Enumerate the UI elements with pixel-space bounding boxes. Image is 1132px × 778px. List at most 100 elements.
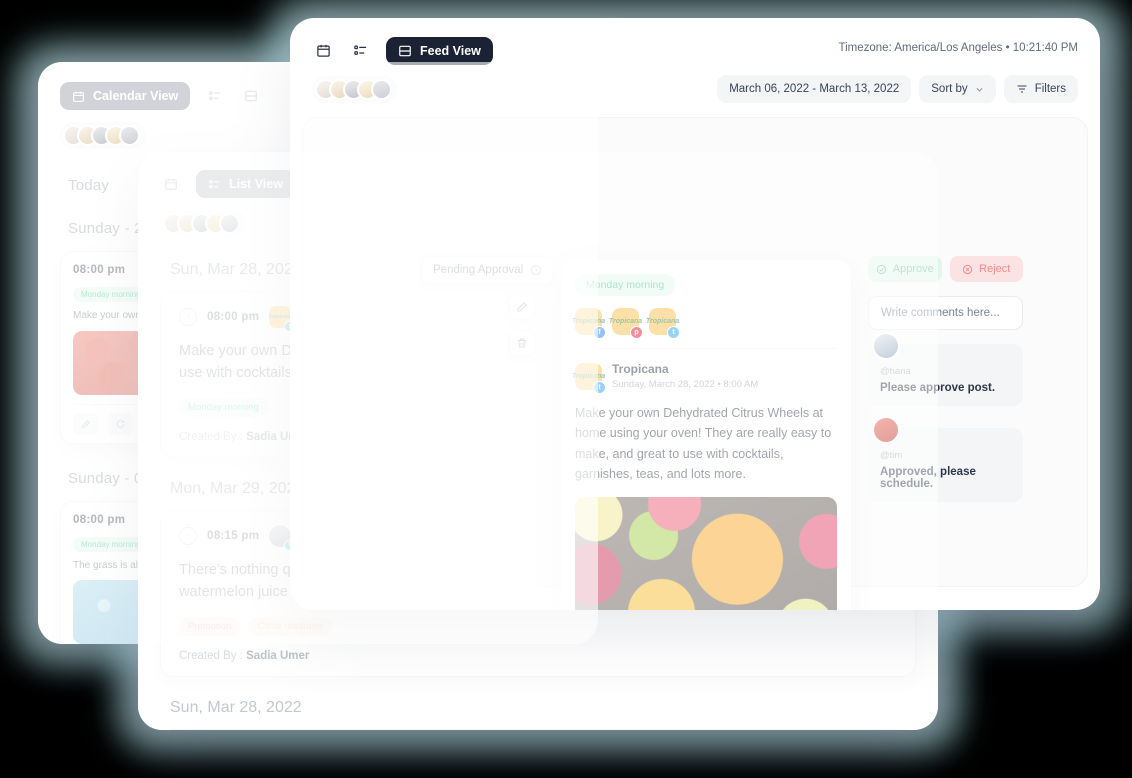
avatar[interactable] — [219, 213, 240, 234]
sort-by-label: Sort by — [931, 83, 968, 95]
tropicana-logo: Tropicana — [645, 318, 680, 325]
created-by-label: Created By : — [179, 430, 243, 443]
post-timestamp: Sunday, March 28, 2022 • 8:00 AM — [612, 379, 759, 390]
post-channel-row: Tropicana f Tropicana p Tropicana t — [571, 308, 837, 339]
clock-icon — [179, 526, 197, 545]
tropicana-logo: Tropicana — [571, 372, 606, 380]
avatar-stack[interactable] — [60, 122, 146, 149]
post-author-name: Tropicana — [612, 362, 669, 376]
tropicana-logo: Tropicana — [608, 318, 643, 325]
pending-status-label: Pending Approval — [433, 264, 524, 276]
twitter-badge-icon: t — [593, 380, 606, 394]
tab-calendar-view[interactable]: Calendar View — [60, 82, 191, 110]
tab-feed-label: Feed View — [420, 43, 481, 58]
filter-icon — [1016, 83, 1028, 95]
filters-label: Filters — [1034, 83, 1066, 95]
tab-list-view[interactable] — [349, 36, 372, 65]
list-item-time: 08:15 pm — [207, 529, 260, 542]
facebook-badge-icon: f — [593, 326, 606, 339]
date-range-label: March 06, 2022 - March 13, 2022 — [729, 83, 900, 95]
status-badge[interactable]: Pending Approval — [421, 256, 555, 284]
post-approval-controls: Pending Approval — [421, 256, 556, 356]
list-icon — [353, 43, 368, 58]
post-image-citrus-slices — [575, 497, 837, 610]
avatar[interactable] — [371, 78, 392, 100]
list-item[interactable]: 08:30 pm f p t A Mango Smoothie is li — [160, 728, 916, 730]
feed-card-controls: March 06, 2022 - March 13, 2022 Sort by … — [290, 65, 1100, 103]
comment-handle: @hana — [880, 366, 911, 377]
screenshot-stage: Calendar View Today Sunday - 28 08:00 pm… — [0, 0, 1132, 778]
check-circle-icon — [876, 264, 887, 275]
comment-text: Approved, please schedule. — [880, 466, 976, 490]
post-body-text: Make your own Dehydrated Citrus Wheels a… — [575, 406, 832, 481]
feed-icon — [398, 44, 412, 58]
post-card[interactable]: Monday morning Tropicana f Tropicana p T… — [561, 260, 851, 610]
feed-content-area: Pending Approval Monday morning Tropican… — [302, 117, 1088, 610]
channel-avatar-twitter: t — [269, 524, 296, 551]
tag: Monday morning — [179, 397, 268, 417]
tag: Citrus madness — [248, 616, 333, 636]
comment-handle: @tim — [880, 450, 903, 461]
channel-avatar-pinterest[interactable]: Tropicana p — [608, 308, 643, 339]
clock-icon — [530, 264, 542, 276]
avatar-stack[interactable] — [312, 75, 398, 103]
tab-list-view[interactable]: List View — [196, 170, 295, 198]
list-group-date: Sun, Mar 28, 2022 — [170, 698, 302, 716]
filters-button[interactable]: Filters — [1003, 75, 1078, 103]
list-icon — [208, 89, 222, 103]
edit-button[interactable] — [73, 412, 99, 435]
author-avatar: Tropicana t — [571, 362, 606, 394]
avatar-stack[interactable] — [160, 210, 246, 237]
list-item-created-by: Created By : Sadia Umer — [179, 650, 897, 662]
comment-input[interactable]: Write comments here... — [868, 296, 1023, 330]
comment-button[interactable] — [107, 412, 133, 435]
post-tag: Monday morning — [575, 274, 676, 296]
approve-label: Approve — [892, 263, 934, 275]
tab-feed-view[interactable]: Feed View — [386, 36, 493, 65]
post-divider — [575, 348, 837, 349]
channel-avatar-twitter: Tropicana t — [268, 306, 296, 332]
list-item-time: 08:00 pm — [207, 311, 260, 323]
tab-calendar-view[interactable] — [160, 170, 182, 198]
feed-card-header: Feed View Timezone: America/Los Angeles … — [290, 18, 1100, 65]
avatar[interactable] — [872, 332, 900, 360]
tag: Promotion — [179, 616, 241, 636]
twitter-badge-icon: t — [667, 326, 680, 339]
tropicana-logo: Tropicana — [571, 318, 606, 325]
approve-button[interactable]: Approve — [868, 256, 942, 282]
list-item-tags: Promotion Citrus madness — [179, 616, 897, 636]
reject-button[interactable]: Reject — [949, 256, 1023, 282]
x-circle-icon — [962, 264, 973, 275]
feed-view-card[interactable]: Feed View Timezone: America/Los Angeles … — [290, 18, 1100, 610]
channel-avatar-twitter[interactable]: Tropicana t — [645, 308, 680, 339]
edit-post-button[interactable] — [509, 294, 535, 320]
chevron-down-icon — [975, 85, 984, 94]
tab-calendar-label: Calendar View — [93, 89, 179, 103]
post-author-row: Tropicana t Tropicana Sunday, March 28, … — [571, 362, 837, 394]
comment-text: Please approve post. — [880, 382, 996, 394]
delete-post-button[interactable] — [509, 330, 535, 356]
tab-list-label: List View — [229, 177, 283, 191]
avatar[interactable] — [119, 125, 140, 146]
clock-icon — [179, 308, 197, 326]
reject-label: Reject — [979, 263, 1011, 275]
comment-item: @tim Approved, please schedule. — [868, 416, 1023, 502]
tab-list-view[interactable] — [204, 82, 226, 110]
post-review-panel: Approve Reject Write comments here... @h… — [868, 256, 1023, 502]
date-range-button[interactable]: March 06, 2022 - March 13, 2022 — [717, 75, 912, 103]
list-icon — [208, 178, 221, 191]
avatar[interactable] — [872, 416, 900, 444]
comment-item: @hana Please approve post. — [868, 332, 1023, 406]
calendar-icon — [316, 43, 331, 58]
calendar-icon — [164, 177, 178, 191]
sort-by-dropdown[interactable]: Sort by — [919, 75, 996, 103]
approval-buttons: Approve Reject — [868, 256, 1023, 282]
created-by-label: Created By : — [179, 649, 243, 662]
feed-card-tabs: Feed View — [312, 36, 493, 65]
tab-calendar-view[interactable] — [312, 36, 335, 65]
channel-avatar-facebook[interactable]: Tropicana f — [571, 308, 606, 339]
tab-feed-view[interactable] — [240, 82, 262, 110]
pinterest-badge-icon: p — [630, 326, 643, 339]
comment-placeholder: Write comments here... — [881, 307, 1000, 319]
timezone-label: Timezone: America/Los Angeles • 10:21:40… — [838, 42, 1078, 54]
